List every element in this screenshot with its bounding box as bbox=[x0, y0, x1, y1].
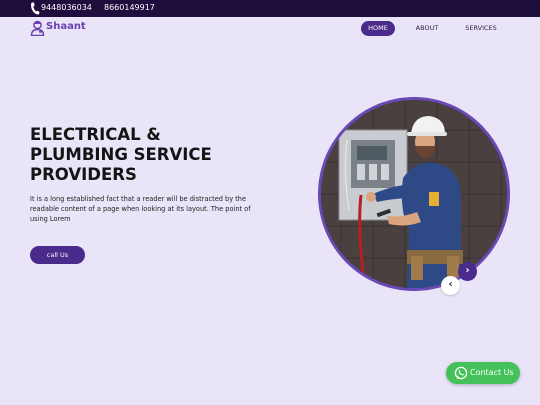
plumber-logo-icon[interactable] bbox=[30, 20, 45, 36]
carousel-next-button[interactable]: › bbox=[458, 262, 477, 281]
whatsapp-icon bbox=[454, 366, 468, 380]
electrician-photo bbox=[318, 97, 510, 291]
chevron-left-icon: ‹ bbox=[448, 279, 453, 290]
nav-home[interactable]: HOME bbox=[361, 21, 395, 36]
contact-us-label: Contact Us bbox=[470, 368, 514, 377]
chevron-right-icon: › bbox=[465, 265, 470, 276]
phone-icon bbox=[31, 2, 40, 15]
carousel-prev-button[interactable]: ‹ bbox=[441, 276, 460, 295]
hero-title: ELECTRICAL & PLUMBING SERVICE PROVIDERS bbox=[30, 125, 212, 184]
main-navbar: Shaant HOME ABOUT SERVICES bbox=[0, 17, 540, 39]
brand-name[interactable]: Shaant bbox=[46, 21, 86, 33]
nav-services[interactable]: SERVICES bbox=[462, 21, 500, 36]
hero-description: It is a long established fact that a rea… bbox=[30, 195, 251, 223]
top-contact-bar: 9448036034 8660149917 bbox=[0, 0, 540, 17]
phone-number-primary[interactable]: 9448036034 bbox=[41, 3, 92, 13]
call-us-button[interactable]: call Us bbox=[30, 246, 85, 264]
electrician-illustration bbox=[321, 100, 507, 288]
phone-number-secondary[interactable]: 8660149917 bbox=[104, 3, 155, 13]
whatsapp-contact-button[interactable]: Contact Us bbox=[446, 362, 520, 384]
nav-about[interactable]: ABOUT bbox=[411, 21, 443, 36]
